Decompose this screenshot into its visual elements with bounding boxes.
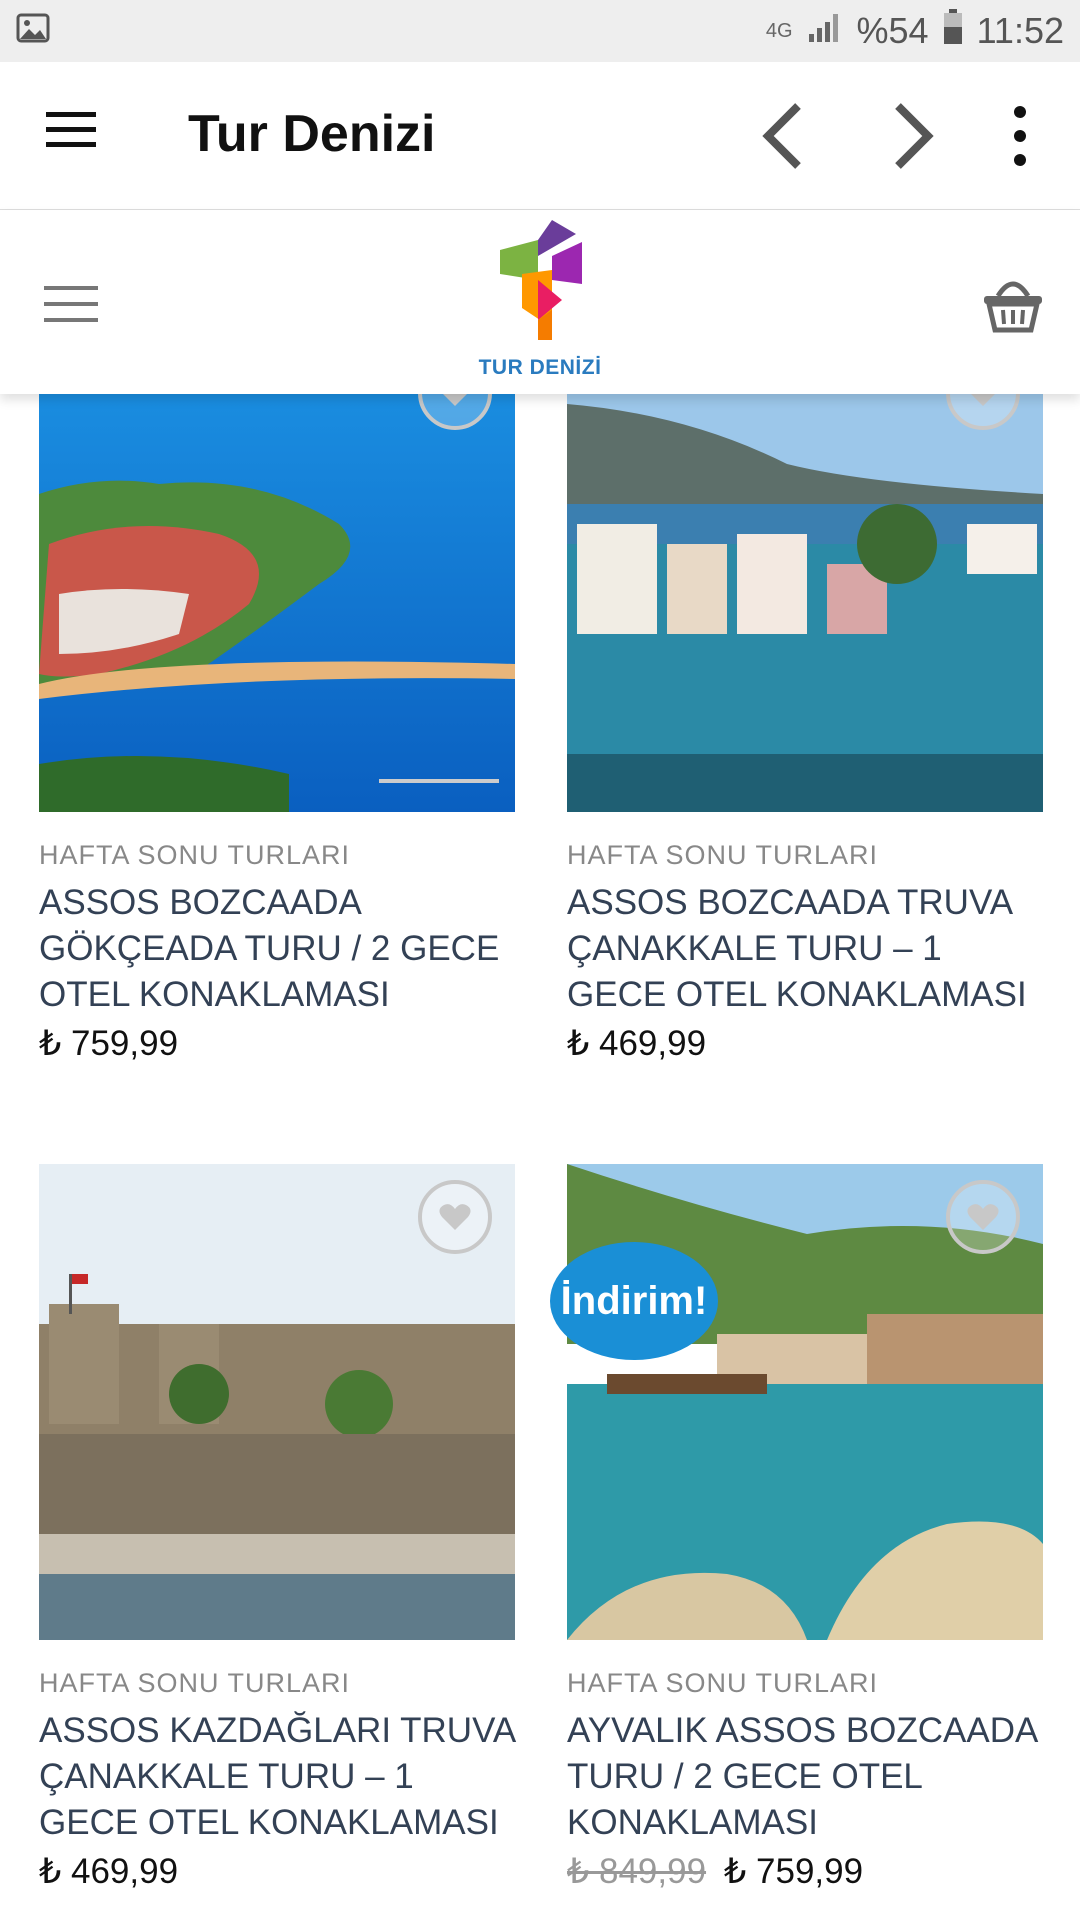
product-image-coastal-town[interactable] — [39, 394, 515, 812]
more-vert-icon[interactable] — [1000, 98, 1040, 174]
product-price: ₺ 469,99 — [567, 1024, 707, 1063]
logo-icon[interactable] — [486, 220, 596, 360]
signal-icon — [807, 10, 843, 53]
product-name[interactable]: ASSOS BOZCAADA TRUVA ÇANAKKALE TURU – 1 … — [567, 880, 1047, 1018]
clock: 11:52 — [976, 10, 1064, 51]
network-type: 4G — [765, 20, 793, 42]
product-category: HAFTA SONU TURLARI — [567, 840, 879, 870]
site-header: TUR DENİZİ — [0, 210, 1080, 394]
basket-icon[interactable] — [980, 270, 1046, 336]
product-price: ₺ 759,99 — [39, 1024, 179, 1063]
product-category: HAFTA SONU TURLARI — [39, 840, 351, 870]
sale-badge: İndirim! — [550, 1242, 718, 1360]
menu-icon[interactable] — [46, 110, 100, 150]
status-bar: 4G %54 11:52 — [0, 0, 1080, 62]
hamburger-icon[interactable] — [44, 282, 100, 326]
product-image-harbor-village[interactable] — [567, 394, 1043, 812]
battery-icon — [943, 8, 963, 54]
app-bar: Tur Denizi — [0, 62, 1080, 210]
product-grid: HAFTA SONU TURLARI ASSOS BOZCAADA GÖKÇEA… — [0, 394, 1080, 1920]
logo-text: TUR DENİZİ — [478, 356, 602, 379]
product-name[interactable]: AYVALIK ASSOS BOZCAADA TURU / 2 GECE OTE… — [567, 1708, 1047, 1846]
product-category: HAFTA SONU TURLARI — [567, 1668, 879, 1698]
heart-icon[interactable] — [946, 1180, 1020, 1254]
product-name[interactable]: ASSOS BOZCAADA GÖKÇEADA TURU / 2 GECE OT… — [39, 880, 519, 1018]
app-title: Tur Denizi — [188, 105, 436, 163]
product-name[interactable]: ASSOS KAZDAĞLARI TRUVA ÇANAKKALE TURU – … — [39, 1708, 519, 1846]
product-price: ₺ 849,99 ₺ 759,99 — [567, 1852, 863, 1892]
product-price: ₺ 469,99 — [39, 1852, 179, 1891]
image-icon — [16, 10, 50, 52]
product-category: HAFTA SONU TURLARI — [39, 1668, 351, 1698]
chevron-left-icon[interactable] — [750, 98, 820, 174]
chevron-right-icon[interactable] — [878, 98, 948, 174]
heart-icon[interactable] — [418, 1180, 492, 1254]
product-sale-price: ₺ 759,99 — [724, 1852, 864, 1891]
battery-level: %54 — [856, 10, 929, 51]
product-old-price: ₺ 849,99 — [567, 1852, 707, 1891]
